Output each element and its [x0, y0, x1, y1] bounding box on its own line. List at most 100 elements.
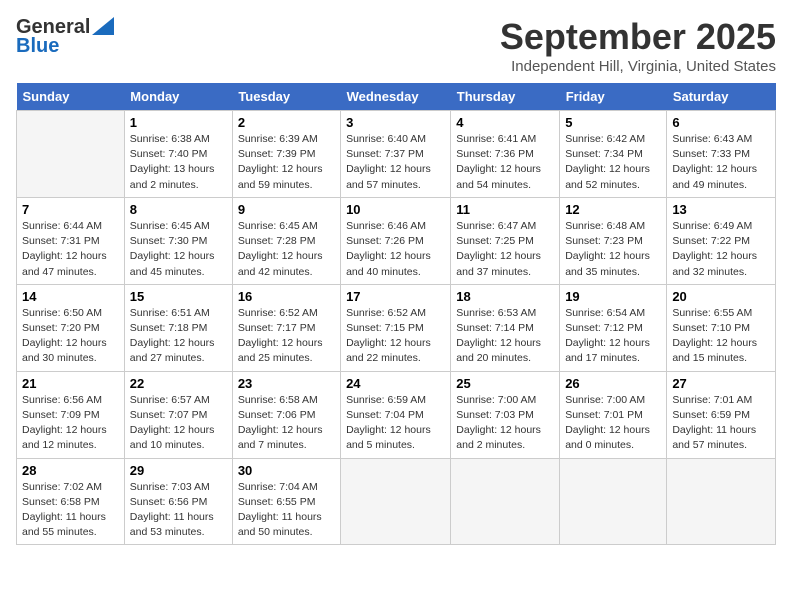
table-row: 27Sunrise: 7:01 AMSunset: 6:59 PMDayligh… [667, 371, 776, 458]
day-number: 22 [130, 376, 227, 391]
table-row: 16Sunrise: 6:52 AMSunset: 7:17 PMDayligh… [232, 284, 340, 371]
day-number: 3 [346, 115, 445, 130]
day-info: Sunrise: 6:47 AMSunset: 7:25 PMDaylight:… [456, 219, 554, 280]
day-number: 5 [565, 115, 661, 130]
table-row: 30 Sunrise: 7:04 AMSunset: 6:55 PMDayligh… [232, 458, 340, 545]
calendar-week-row: 14 Sunrise: 6:50 AMSunset: 7:20 PMDayligh… [17, 284, 776, 371]
day-info: Sunrise: 6:49 AMSunset: 7:22 PMDaylight:… [672, 219, 770, 280]
day-info: Sunrise: 6:51 AMSunset: 7:18 PMDaylight:… [130, 306, 227, 367]
day-number: 25 [456, 376, 554, 391]
day-number: 29 [130, 463, 227, 478]
table-row [341, 458, 451, 545]
table-row: 17 Sunrise: 6:52 AMSunset: 7:15 PMDayligh… [341, 284, 451, 371]
col-friday: Friday [560, 83, 667, 111]
col-monday: Monday [124, 83, 232, 111]
table-row: 23 Sunrise: 6:58 AMSunset: 7:06 PMDayligh… [232, 371, 340, 458]
day-info: Sunrise: 6:39 AMSunset: 7:39 PMDaylight:… [238, 132, 335, 193]
title-area: September 2025 Independent Hill, Virgini… [500, 16, 776, 75]
col-wednesday: Wednesday [341, 83, 451, 111]
day-number: 17 [346, 289, 445, 304]
day-number: 9 [238, 202, 335, 217]
day-number: 21 [22, 376, 119, 391]
table-row [667, 458, 776, 545]
table-row [451, 458, 560, 545]
day-info: Sunrise: 6:58 AMSunset: 7:06 PMDaylight:… [238, 393, 335, 454]
day-info: Sunrise: 7:02 AMSunset: 6:58 PMDaylight:… [22, 480, 119, 541]
table-row: 3 Sunrise: 6:40 AMSunset: 7:37 PMDaylight… [341, 111, 451, 198]
day-number: 23 [238, 376, 335, 391]
day-number: 15 [130, 289, 227, 304]
table-row: 4 Sunrise: 6:41 AMSunset: 7:36 PMDaylight… [451, 111, 560, 198]
day-info: Sunrise: 6:45 AMSunset: 7:30 PMDaylight:… [130, 219, 227, 280]
table-row: 26Sunrise: 7:00 AMSunset: 7:01 PMDayligh… [560, 371, 667, 458]
day-number: 7 [22, 202, 119, 217]
day-info: Sunrise: 7:03 AMSunset: 6:56 PMDaylight:… [130, 480, 227, 541]
day-number: 14 [22, 289, 119, 304]
location-subtitle: Independent Hill, Virginia, United State… [500, 58, 776, 75]
table-row: 14 Sunrise: 6:50 AMSunset: 7:20 PMDayligh… [17, 284, 125, 371]
table-row: 15 Sunrise: 6:51 AMSunset: 7:18 PMDayligh… [124, 284, 232, 371]
table-row: 22 Sunrise: 6:57 AMSunset: 7:07 PMDayligh… [124, 371, 232, 458]
day-number: 12 [565, 202, 661, 217]
table-row: 7 Sunrise: 6:44 AMSunset: 7:31 PMDaylight… [17, 197, 125, 284]
calendar-week-row: 28 Sunrise: 7:02 AMSunset: 6:58 PMDayligh… [17, 458, 776, 545]
day-info: Sunrise: 6:46 AMSunset: 7:26 PMDaylight:… [346, 219, 445, 280]
day-number: 19 [565, 289, 661, 304]
table-row: 11 Sunrise: 6:47 AMSunset: 7:25 PMDayligh… [451, 197, 560, 284]
table-row: 9 Sunrise: 6:45 AMSunset: 7:28 PMDaylight… [232, 197, 340, 284]
day-number: 18 [456, 289, 554, 304]
table-row: 24 Sunrise: 6:59 AMSunset: 7:04 PMDayligh… [341, 371, 451, 458]
table-row: 25 Sunrise: 7:00 AMSunset: 7:03 PMDayligh… [451, 371, 560, 458]
day-info: Sunrise: 6:45 AMSunset: 7:28 PMDaylight:… [238, 219, 335, 280]
table-row: 5 Sunrise: 6:42 AMSunset: 7:34 PMDaylight… [560, 111, 667, 198]
table-row: 21Sunrise: 6:56 AMSunset: 7:09 PMDayligh… [17, 371, 125, 458]
day-info: Sunrise: 6:53 AMSunset: 7:14 PMDaylight:… [456, 306, 554, 367]
table-row [17, 111, 125, 198]
col-saturday: Saturday [667, 83, 776, 111]
day-info: Sunrise: 7:04 AMSunset: 6:55 PMDaylight:… [238, 480, 335, 541]
day-info: Sunrise: 6:57 AMSunset: 7:07 PMDaylight:… [130, 393, 227, 454]
table-row: 13Sunrise: 6:49 AMSunset: 7:22 PMDayligh… [667, 197, 776, 284]
logo: General Blue [16, 16, 114, 58]
calendar-table: Sunday Monday Tuesday Wednesday Thursday… [16, 83, 776, 545]
table-row: 2 Sunrise: 6:39 AMSunset: 7:39 PMDaylight… [232, 111, 340, 198]
day-info: Sunrise: 6:43 AMSunset: 7:33 PMDaylight:… [672, 132, 770, 193]
day-info: Sunrise: 7:00 AMSunset: 7:01 PMDaylight:… [565, 393, 661, 454]
table-row: 12Sunrise: 6:48 AMSunset: 7:23 PMDayligh… [560, 197, 667, 284]
calendar-header-row: Sunday Monday Tuesday Wednesday Thursday… [17, 83, 776, 111]
day-number: 2 [238, 115, 335, 130]
day-info: Sunrise: 6:40 AMSunset: 7:37 PMDaylight:… [346, 132, 445, 193]
day-number: 16 [238, 289, 335, 304]
day-info: Sunrise: 6:54 AMSunset: 7:12 PMDaylight:… [565, 306, 661, 367]
table-row: 8 Sunrise: 6:45 AMSunset: 7:30 PMDaylight… [124, 197, 232, 284]
day-number: 11 [456, 202, 554, 217]
col-thursday: Thursday [451, 83, 560, 111]
day-info: Sunrise: 6:55 AMSunset: 7:10 PMDaylight:… [672, 306, 770, 367]
logo-icon [92, 17, 114, 35]
calendar-week-row: 7 Sunrise: 6:44 AMSunset: 7:31 PMDaylight… [17, 197, 776, 284]
day-info: Sunrise: 6:38 AMSunset: 7:40 PMDaylight:… [130, 132, 227, 193]
table-row: 18 Sunrise: 6:53 AMSunset: 7:14 PMDayligh… [451, 284, 560, 371]
day-number: 28 [22, 463, 119, 478]
calendar-week-row: 21Sunrise: 6:56 AMSunset: 7:09 PMDayligh… [17, 371, 776, 458]
table-row: 6 Sunrise: 6:43 AMSunset: 7:33 PMDaylight… [667, 111, 776, 198]
day-number: 1 [130, 115, 227, 130]
day-number: 4 [456, 115, 554, 130]
day-number: 27 [672, 376, 770, 391]
day-number: 8 [130, 202, 227, 217]
day-info: Sunrise: 6:41 AMSunset: 7:36 PMDaylight:… [456, 132, 554, 193]
day-number: 24 [346, 376, 445, 391]
calendar-week-row: 1 Sunrise: 6:38 AMSunset: 7:40 PMDaylight… [17, 111, 776, 198]
day-info: Sunrise: 6:44 AMSunset: 7:31 PMDaylight:… [22, 219, 119, 280]
table-row: 29 Sunrise: 7:03 AMSunset: 6:56 PMDayligh… [124, 458, 232, 545]
day-info: Sunrise: 6:52 AMSunset: 7:15 PMDaylight:… [346, 306, 445, 367]
day-number: 20 [672, 289, 770, 304]
day-info: Sunrise: 6:50 AMSunset: 7:20 PMDaylight:… [22, 306, 119, 367]
table-row: 19 Sunrise: 6:54 AMSunset: 7:12 PMDayligh… [560, 284, 667, 371]
day-info: Sunrise: 6:59 AMSunset: 7:04 PMDaylight:… [346, 393, 445, 454]
table-row: 28 Sunrise: 7:02 AMSunset: 6:58 PMDayligh… [17, 458, 125, 545]
day-info: Sunrise: 6:42 AMSunset: 7:34 PMDaylight:… [565, 132, 661, 193]
day-number: 30 [238, 463, 335, 478]
day-number: 6 [672, 115, 770, 130]
day-info: Sunrise: 7:00 AMSunset: 7:03 PMDaylight:… [456, 393, 554, 454]
